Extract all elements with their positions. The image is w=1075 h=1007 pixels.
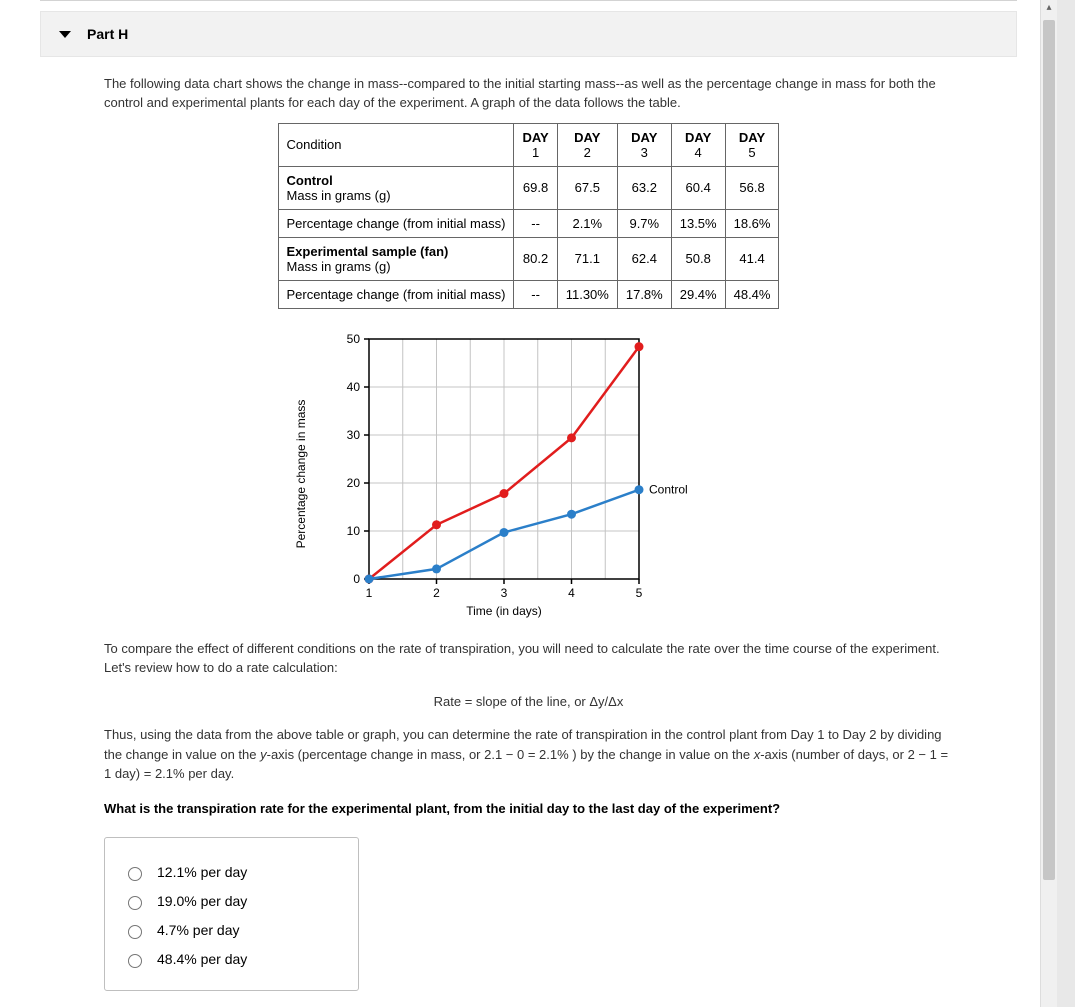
- row-label: Experimental sample (fan)Mass in grams (…: [278, 237, 514, 280]
- chart-ylabel: Percentage change in mass: [294, 399, 308, 548]
- day-header: DAY5: [725, 123, 779, 166]
- cell: 50.8: [671, 237, 725, 280]
- day-header: DAY4: [671, 123, 725, 166]
- answer-option[interactable]: 48.4% per day: [123, 951, 340, 968]
- cell: --: [514, 209, 557, 237]
- cell: 63.2: [617, 166, 671, 209]
- caret-down-icon: [59, 31, 71, 38]
- day-header: DAY3: [617, 123, 671, 166]
- rate-formula: Rate = slope of the line, or Δy/Δx: [40, 692, 1017, 712]
- option-label[interactable]: 48.4% per day: [157, 951, 247, 967]
- chart: Percentage change in mass 01020304050123…: [319, 329, 739, 619]
- cell: 69.8: [514, 166, 557, 209]
- part-header[interactable]: Part H: [40, 11, 1017, 57]
- explanation-1: To compare the effect of different condi…: [40, 639, 1017, 678]
- svg-text:30: 30: [346, 428, 360, 442]
- radio-input[interactable]: [128, 954, 142, 968]
- cell: 71.1: [557, 237, 617, 280]
- svg-text:50: 50: [346, 332, 360, 346]
- svg-text:3: 3: [500, 586, 507, 600]
- radio-input[interactable]: [128, 925, 142, 939]
- cell: 67.5: [557, 166, 617, 209]
- row-label: Percentage change (from initial mass): [278, 280, 514, 308]
- data-table: Condition DAY1 DAY2 DAY3 DAY4 DAY5 Contr…: [278, 123, 780, 309]
- part-title: Part H: [87, 26, 128, 42]
- radio-input[interactable]: [128, 896, 142, 910]
- vertical-scrollbar[interactable]: ▴: [1040, 0, 1057, 1007]
- svg-text:5: 5: [635, 586, 642, 600]
- question-text: What is the transpiration rate for the e…: [40, 800, 1017, 819]
- cell: 18.6%: [725, 209, 779, 237]
- cell: 41.4: [725, 237, 779, 280]
- svg-text:20: 20: [346, 476, 360, 490]
- answer-option[interactable]: 19.0% per day: [123, 893, 340, 910]
- cell: 80.2: [514, 237, 557, 280]
- day-header: DAY2: [557, 123, 617, 166]
- cell: 2.1%: [557, 209, 617, 237]
- chart-svg: 0102030405012345Time (in days)Experiment…: [319, 329, 739, 619]
- svg-text:2: 2: [433, 586, 440, 600]
- answer-options: 12.1% per day 19.0% per day 4.7% per day 48…: [104, 837, 359, 991]
- scroll-up-icon[interactable]: ▴: [1041, 2, 1057, 13]
- divider: [40, 0, 1017, 1]
- answer-option[interactable]: 12.1% per day: [123, 864, 340, 881]
- svg-text:Control: Control: [649, 482, 688, 496]
- svg-text:1: 1: [365, 586, 372, 600]
- svg-text:40: 40: [346, 380, 360, 394]
- cell: 11.30%: [557, 280, 617, 308]
- radio-input[interactable]: [128, 867, 142, 881]
- cell: 48.4%: [725, 280, 779, 308]
- cell: 56.8: [725, 166, 779, 209]
- row-label: ControlMass in grams (g): [278, 166, 514, 209]
- day-header: DAY1: [514, 123, 557, 166]
- svg-text:0: 0: [353, 572, 360, 586]
- condition-header: Condition: [278, 123, 514, 166]
- intro-text: The following data chart shows the chang…: [40, 75, 1017, 113]
- cell: --: [514, 280, 557, 308]
- svg-text:Time (in days): Time (in days): [466, 604, 542, 618]
- cell: 29.4%: [671, 280, 725, 308]
- option-label[interactable]: 19.0% per day: [157, 893, 247, 909]
- explanation-2: Thus, using the data from the above tabl…: [40, 725, 1017, 784]
- svg-text:10: 10: [346, 524, 360, 538]
- row-label: Percentage change (from initial mass): [278, 209, 514, 237]
- cell: 17.8%: [617, 280, 671, 308]
- scrollbar-thumb[interactable]: [1043, 20, 1055, 880]
- svg-text:4: 4: [568, 586, 575, 600]
- cell: 9.7%: [617, 209, 671, 237]
- answer-option[interactable]: 4.7% per day: [123, 922, 340, 939]
- cell: 62.4: [617, 237, 671, 280]
- cell: 13.5%: [671, 209, 725, 237]
- cell: 60.4: [671, 166, 725, 209]
- option-label[interactable]: 4.7% per day: [157, 922, 240, 938]
- option-label[interactable]: 12.1% per day: [157, 864, 247, 880]
